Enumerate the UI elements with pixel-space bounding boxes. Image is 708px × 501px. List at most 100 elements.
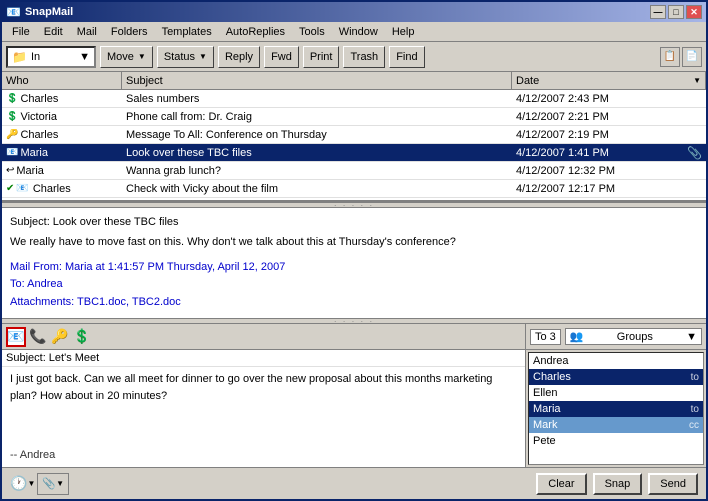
col-header-who[interactable]: Who: [2, 72, 122, 89]
compose-body-text: I just got back. Can we all meet for din…: [10, 371, 517, 447]
compose-icon-key[interactable]: 🔑: [50, 327, 70, 347]
compose-input-area: Subject: Let's Meet I just got back. Can…: [2, 350, 525, 467]
copy-btn-1[interactable]: 📋: [660, 47, 680, 67]
menu-file[interactable]: File: [6, 24, 36, 40]
move-arrow: ▼: [138, 52, 146, 61]
email-row[interactable]: 💲 Victoria Phone call from: Dr. Craig 4/…: [2, 108, 706, 126]
groups-dropdown[interactable]: 👥 Groups ▼: [565, 328, 702, 345]
row-icon-2: 💲: [6, 111, 18, 122]
bottom-bar: 🕐 ▼ 📎 ▼ Clear Snap Send: [2, 467, 706, 499]
bottom-icon-group: 🕐 ▼ 📎 ▼: [10, 473, 69, 495]
compose-left: 📧 📞 🔑 💲 Subject: Let's Meet I just got b…: [2, 324, 526, 467]
email-list-header: Who Subject Date ▼: [2, 72, 706, 90]
maximize-button[interactable]: □: [668, 5, 684, 19]
status-arrow: ▼: [199, 52, 207, 61]
recipient-row-charles[interactable]: Charles to: [529, 369, 703, 385]
menu-mail[interactable]: Mail: [71, 24, 103, 40]
copy-btn-2[interactable]: 📄: [682, 47, 702, 67]
row-icon-1: 💲: [6, 93, 18, 104]
email-date-3: 4/12/2007 2:19 PM: [512, 129, 706, 141]
email-who-2: 💲 Victoria: [2, 111, 122, 123]
email-subject-3: Message To All: Conference on Thursday: [122, 129, 512, 141]
menu-help[interactable]: Help: [386, 24, 421, 40]
main-content: Who Subject Date ▼ 💲 Charles Sales numbe…: [2, 72, 706, 499]
email-who-1: 💲 Charles: [2, 93, 122, 105]
sort-arrow: ▼: [693, 76, 701, 85]
email-row[interactable]: 📧 Maria Look over these TBC files 4/12/2…: [2, 144, 706, 162]
paperclip-icon: 📎: [42, 477, 56, 490]
recipient-row-pete[interactable]: Pete: [529, 433, 703, 449]
preview-subject: Subject: Look over these TBC files: [10, 216, 698, 228]
print-button[interactable]: Print: [303, 46, 340, 68]
menu-templates[interactable]: Templates: [156, 24, 218, 40]
email-list: Who Subject Date ▼ 💲 Charles Sales numbe…: [2, 72, 706, 202]
email-date-4: 4/12/2007 1:41 PM 📎: [512, 146, 706, 160]
preview-to: To: Andrea: [10, 276, 698, 294]
schedule-button[interactable]: 🕐 ▼: [10, 473, 35, 495]
find-button[interactable]: Find: [389, 46, 424, 68]
reply-button[interactable]: Reply: [218, 46, 260, 68]
compose-icon-money[interactable]: 💲: [72, 327, 92, 347]
recipient-row-maria[interactable]: Maria to: [529, 401, 703, 417]
minimize-button[interactable]: —: [650, 5, 666, 19]
close-button[interactable]: ✕: [686, 5, 702, 19]
title-bar-left: 📧 SnapMail: [6, 5, 73, 19]
preview-body: We really have to move fast on this. Why…: [10, 234, 698, 251]
recipient-row-mark[interactable]: Mark cc: [529, 417, 703, 433]
menu-tools[interactable]: Tools: [293, 24, 331, 40]
recipient-tag-maria: to: [691, 404, 699, 415]
snap-button[interactable]: Snap: [593, 473, 643, 495]
email-date-5: 4/12/2007 12:32 PM: [512, 165, 706, 177]
row-icon-6: ✔: [6, 183, 14, 194]
attach-button[interactable]: 📎 ▼: [37, 473, 69, 495]
app-icon: 📧: [6, 5, 21, 19]
compose-icon-phone[interactable]: 📞: [28, 327, 48, 347]
email-row[interactable]: ✔ 📧 Charles Check with Vicky about the f…: [2, 180, 706, 198]
row-icon-4: 📧: [6, 147, 18, 158]
clear-button[interactable]: Clear: [536, 473, 586, 495]
folder-label: In: [31, 51, 40, 63]
email-row[interactable]: 🔑 Charles Message To All: Conference on …: [2, 126, 706, 144]
menu-bar: File Edit Mail Folders Templates AutoRep…: [2, 22, 706, 42]
recipient-tag-mark: cc: [689, 420, 699, 431]
menu-window[interactable]: Window: [333, 24, 384, 40]
compose-icon-email[interactable]: 📧: [6, 327, 26, 347]
email-date-2: 4/12/2007 2:21 PM: [512, 111, 706, 123]
groups-label: Groups: [617, 331, 653, 343]
email-subject-6: Check with Vicky about the film: [122, 183, 512, 195]
recipients-header: To 3 👥 Groups ▼: [526, 324, 706, 350]
attach-dropdown-arrow: ▼: [56, 479, 64, 488]
toolbar: 📁 In ▼ Move ▼ Status ▼ Reply Fwd Print T…: [2, 42, 706, 72]
row-icon-3: 🔑: [6, 129, 18, 140]
recipient-tag-charles: to: [691, 372, 699, 383]
menu-folders[interactable]: Folders: [105, 24, 154, 40]
who-label: Who: [6, 75, 29, 87]
compose-body[interactable]: I just got back. Can we all meet for din…: [2, 367, 525, 467]
email-who-6: ✔ 📧 Charles: [2, 183, 122, 195]
move-button[interactable]: Move ▼: [100, 46, 153, 68]
row-icon-5: ↩: [6, 165, 14, 176]
col-header-subject[interactable]: Subject: [122, 72, 512, 89]
date-label: Date: [516, 75, 539, 87]
recipients-list[interactable]: Andrea Charles to Ellen Maria to Mark: [528, 352, 704, 465]
folder-dropdown[interactable]: 📁 In ▼: [6, 46, 96, 68]
title-bar: 📧 SnapMail — □ ✕: [2, 2, 706, 22]
menu-autoreplies[interactable]: AutoReplies: [220, 24, 291, 40]
status-button[interactable]: Status ▼: [157, 46, 214, 68]
col-header-date[interactable]: Date ▼: [512, 72, 706, 89]
compose-signature: -- Andrea: [10, 447, 517, 464]
recipient-row-andrea[interactable]: Andrea: [529, 353, 703, 369]
recipient-row-ellen[interactable]: Ellen: [529, 385, 703, 401]
email-row[interactable]: 💲 Charles Sales numbers 4/12/2007 2:43 P…: [2, 90, 706, 108]
groups-icon: 👥: [570, 330, 584, 343]
email-date-1: 4/12/2007 2:43 PM: [512, 93, 706, 105]
subject-label: Subject: [126, 75, 163, 87]
fwd-button[interactable]: Fwd: [264, 46, 299, 68]
menu-edit[interactable]: Edit: [38, 24, 69, 40]
groups-arrow: ▼: [686, 331, 697, 343]
send-button[interactable]: Send: [648, 473, 698, 495]
email-who-3: 🔑 Charles: [2, 129, 122, 141]
to-badge[interactable]: To 3: [530, 329, 561, 345]
email-row[interactable]: ↩ Maria Wanna grab lunch? 4/12/2007 12:3…: [2, 162, 706, 180]
trash-button[interactable]: Trash: [343, 46, 385, 68]
